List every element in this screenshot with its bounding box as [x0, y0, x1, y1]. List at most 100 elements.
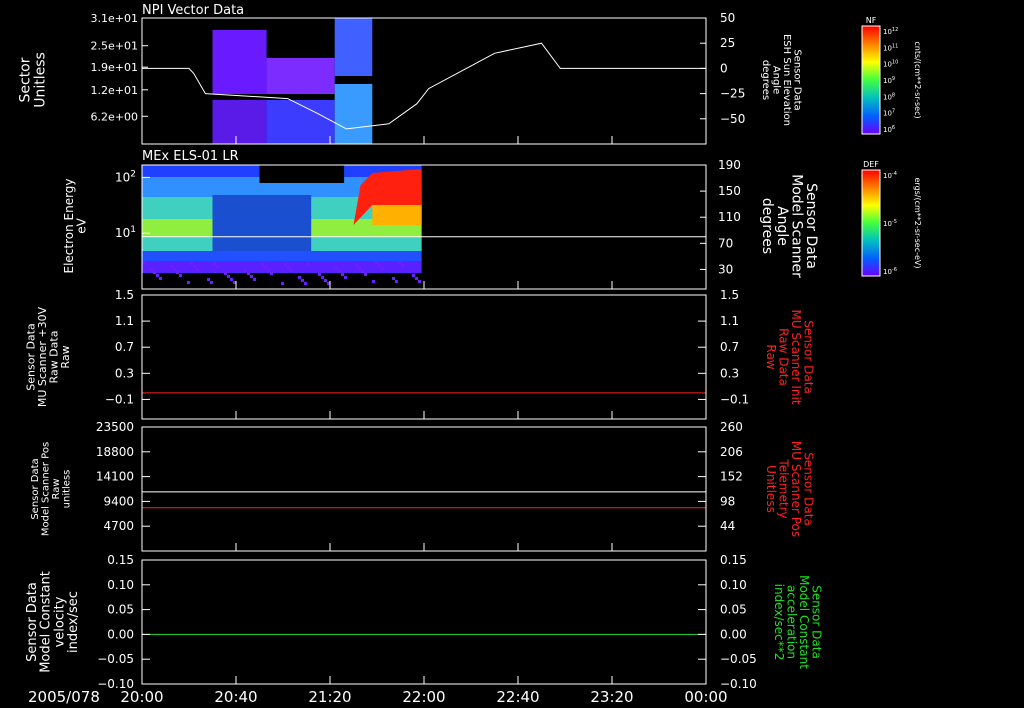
els-dot [216, 265, 219, 268]
els-dot [253, 278, 256, 281]
rtick-label: −0.05 [720, 652, 757, 666]
cbar2-tick-exp: -5 [892, 219, 897, 225]
rtick-label: 206 [720, 445, 743, 459]
cbar1-tick-exp: 9 [892, 76, 895, 82]
p1-rlabel-line: Angle [770, 66, 781, 94]
x-tick-label: 20:00 [120, 688, 163, 706]
plot-canvas: NPI Vector Data 3.1e+01 2.5e+01 1.9e+01 1.2… [0, 0, 1024, 708]
rtick-label: 0.7 [720, 340, 739, 354]
cbar1-unit: cnts/(cm**2-sr-sec) [913, 41, 922, 118]
p2-ylabel-line: eV [75, 217, 89, 233]
panel2-title: MEx ELS-01 LR [142, 149, 239, 164]
p1-rtick-label: −50 [720, 112, 745, 126]
ytick-label: 0.05 [107, 603, 134, 617]
rlabel-4: Sensor DataModel Constantaccelerationind… [772, 575, 824, 669]
els-dot [361, 270, 364, 273]
ytick-label: −0.05 [97, 652, 134, 666]
ytick-label: 1.5 [115, 288, 134, 302]
date-label: 2005/078 [28, 688, 100, 706]
els-dot [321, 276, 324, 279]
rtick-label: 0.00 [720, 627, 747, 641]
cbar2-tick-exp: -6 [892, 267, 897, 273]
ylabel-3-line: Sensor Data [30, 458, 41, 519]
p2-rtick-label: 190 [718, 158, 741, 172]
els-dot [392, 277, 395, 280]
els-dot [159, 277, 162, 280]
rtick-label: 0.05 [720, 603, 747, 617]
els-dot [210, 281, 213, 284]
p1-ylabel-line: Unitless [32, 52, 48, 108]
rtick-label: 0.10 [720, 578, 747, 592]
x-tick-label: 20:40 [214, 688, 257, 706]
npi-block-right-lower [334, 84, 373, 144]
els-dot [338, 270, 341, 273]
els-dot [230, 278, 233, 281]
els-dot [395, 280, 398, 283]
els-dot [213, 262, 216, 265]
els-dot [173, 268, 176, 271]
x-tick-label: 23:20 [590, 688, 633, 706]
ylabel-2-line: Raw [59, 345, 72, 368]
npi-block-lower [212, 100, 267, 144]
p2-ytick-exp: 1 [130, 225, 136, 235]
p1-ylabel: SectorUnitless [18, 52, 49, 108]
p1-ytick-label: 1.2e+01 [91, 84, 138, 97]
els-dot [398, 261, 401, 264]
ytick-label: 23500 [96, 420, 134, 434]
ytick-label: 1.1 [115, 314, 134, 328]
npi-block-right [334, 18, 373, 76]
p2-rlabel-line: Angle [774, 206, 790, 246]
cbar1-unit-line: cnts/(cm**2-sr-sec) [913, 41, 922, 118]
p2-ytick-exp: 2 [130, 169, 136, 179]
ytick-label: 14100 [96, 470, 134, 484]
els-dot [267, 269, 270, 272]
p1-ylabel-line: Sector [18, 57, 34, 102]
ylabel-3-line: unitless [61, 470, 72, 509]
cbar1-tick-exp: 7 [892, 109, 895, 115]
rlabel-3-line: Unitless [764, 465, 778, 513]
p2-rtick-label: 110 [718, 210, 741, 224]
els-dot [372, 280, 375, 283]
p1-rlabel-line: ESH Sun Elevation [781, 34, 792, 126]
cbar2-unit-line: ergs/(cm**2-sr-sec-eV) [913, 177, 922, 268]
els-band [142, 251, 422, 261]
els-dot [244, 269, 247, 272]
els-dot [156, 274, 159, 277]
p1-ytick-label: 6.2e+00 [91, 110, 138, 123]
npi-block-upper [212, 30, 267, 94]
els-dot [324, 279, 327, 282]
els-dot [153, 271, 156, 274]
cbar2-unit: ergs/(cm**2-sr-sec-eV) [913, 177, 922, 268]
p2-rtick-label: 150 [718, 184, 741, 198]
els-dot [415, 277, 418, 280]
els-dot [264, 266, 267, 269]
els-dot [176, 271, 179, 274]
els-dot [355, 264, 358, 267]
npi-block-lower2 [266, 100, 335, 144]
cbar1-tick-exp: 10 [892, 60, 898, 66]
els-dot [318, 273, 321, 276]
ylabel-4-line: index/sec [66, 591, 81, 653]
els-dot [375, 261, 378, 264]
p1-rtick-label: −25 [720, 87, 745, 101]
p2-rlabel-line: Model Scanner [788, 174, 804, 278]
ytick-label: 0.7 [115, 340, 134, 354]
p2-rtick-label: 30 [718, 262, 733, 276]
els-dot [412, 274, 415, 277]
p1-rlabel-line: degrees [760, 60, 771, 100]
cbar1-tick-exp: 6 [892, 125, 895, 131]
x-tick-label: 00:00 [684, 688, 727, 706]
rlabel-2-line: Raw [764, 344, 778, 369]
els-dot [304, 282, 307, 285]
p1-rtick-label: 0 [720, 61, 728, 75]
els-dot [341, 273, 344, 276]
ytick-label: 18800 [96, 445, 134, 459]
rtick-label: 44 [720, 519, 735, 533]
els-dot [358, 267, 361, 270]
p1-ytick-label: 2.5e+01 [91, 40, 138, 53]
ytick-label: −0.1 [105, 392, 134, 406]
rtick-label: −0.1 [720, 392, 749, 406]
els-quiet [212, 195, 312, 251]
cbar1-tick-exp: 11 [892, 43, 898, 49]
els-warm [372, 205, 422, 225]
